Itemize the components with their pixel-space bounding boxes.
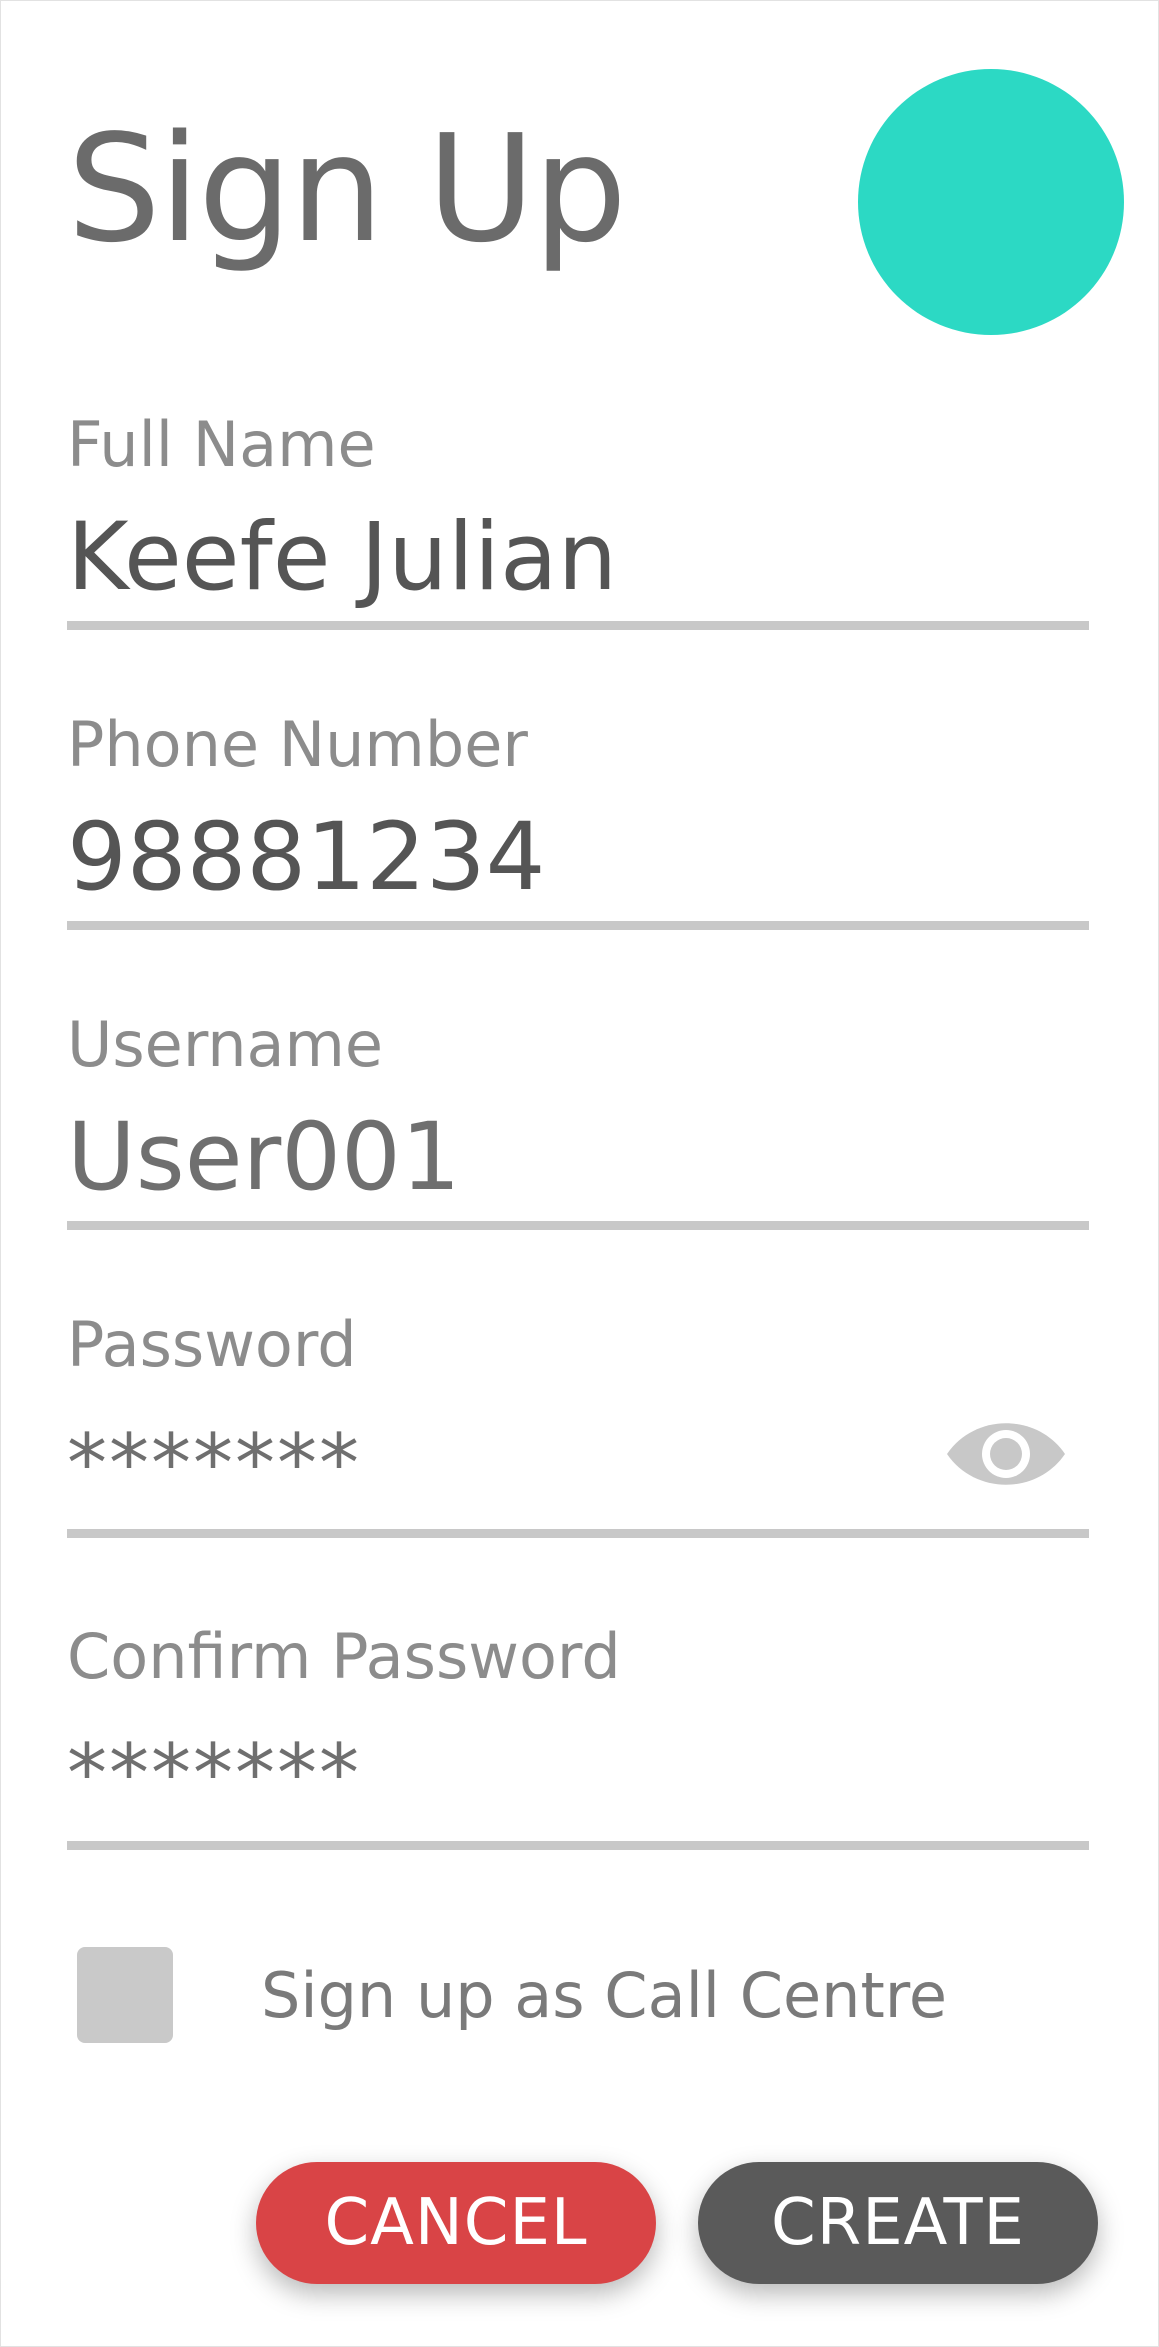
eye-icon[interactable]	[945, 1419, 1067, 1489]
confirm-password-underline	[67, 1841, 1089, 1850]
username-underline	[67, 1221, 1089, 1230]
confirm-password-label: Confirm Password	[67, 1620, 621, 1693]
full-name-label: Full Name	[67, 408, 376, 481]
signup-screen: Sign Up Full Name Keefe Julian Phone Num…	[0, 0, 1159, 2347]
page-title: Sign Up	[67, 103, 627, 275]
password-label: Password	[67, 1308, 357, 1381]
full-name-field[interactable]: Keefe Julian	[67, 503, 617, 613]
call-centre-label[interactable]: Sign up as Call Centre	[261, 1956, 947, 2036]
password-underline	[67, 1529, 1089, 1538]
username-field[interactable]: User001	[67, 1103, 461, 1213]
confirm-password-field[interactable]: *******	[67, 1729, 361, 1819]
avatar[interactable]	[858, 69, 1124, 335]
create-button[interactable]: CREATE	[698, 2162, 1098, 2284]
password-field[interactable]: *******	[67, 1419, 361, 1509]
phone-number-label: Phone Number	[67, 708, 528, 781]
full-name-underline	[67, 621, 1089, 630]
call-centre-checkbox[interactable]	[77, 1947, 173, 2043]
username-label: Username	[67, 1008, 384, 1081]
phone-number-field[interactable]: 98881234	[67, 803, 545, 913]
cancel-button[interactable]: CANCEL	[256, 2162, 656, 2284]
phone-number-underline	[67, 921, 1089, 930]
